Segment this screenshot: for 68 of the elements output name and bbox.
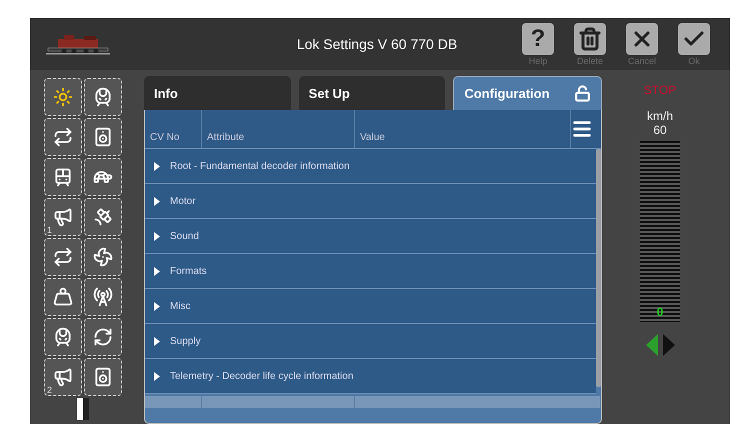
function-number: 1 — [47, 225, 52, 235]
column-header: Attribute — [202, 110, 355, 148]
table-row[interactable]: Telemetry - Decoder life cycle information — [145, 359, 596, 394]
delete-icon — [578, 26, 602, 50]
tab[interactable]: Configuration — [453, 76, 602, 110]
function-button[interactable] — [84, 358, 122, 396]
speaker-icon — [93, 367, 113, 387]
function-button[interactable] — [44, 278, 82, 316]
stem-bar — [77, 398, 89, 420]
train-icon — [53, 327, 73, 347]
function-button[interactable] — [84, 238, 122, 276]
function-button[interactable] — [44, 78, 82, 116]
ok-button[interactable] — [678, 22, 710, 54]
status-text: STOP — [644, 83, 676, 97]
group-label: Misc — [170, 300, 191, 312]
speed-unit: km/h — [646, 109, 673, 123]
function-button[interactable]: 1 — [44, 198, 82, 236]
function-button[interactable] — [84, 78, 122, 116]
table-row[interactable]: Formats — [145, 254, 596, 289]
repeat-icon — [53, 127, 73, 147]
scrollbar[interactable] — [596, 149, 601, 387]
function-button[interactable] — [84, 158, 122, 196]
group-label: Telemetry - Decoder life cycle information — [170, 370, 354, 382]
train-icon — [93, 87, 113, 107]
speaker-icon — [93, 127, 113, 147]
radio-tower-icon — [93, 287, 113, 307]
group-label: Root - Fundamental decoder information — [170, 160, 350, 172]
cancel-button[interactable] — [626, 22, 658, 54]
refresh-icon — [93, 327, 113, 347]
speed-reading: 0 — [656, 305, 664, 319]
function-button[interactable] — [84, 278, 122, 316]
window-title: Lok Settings V 60 770 DB — [296, 36, 458, 52]
tab[interactable]: Info — [144, 76, 291, 110]
repeat-icon — [53, 247, 73, 267]
table-row[interactable]: Root - Fundamental decoder information — [145, 149, 596, 184]
table-row[interactable]: Misc — [145, 289, 596, 324]
menu-icon[interactable] — [571, 118, 593, 140]
fan-icon — [93, 247, 113, 267]
table-row[interactable]: Motor — [145, 184, 596, 219]
group-label: Formats — [170, 266, 207, 276]
help-button[interactable]: ? — [522, 22, 554, 54]
function-button[interactable]: 2 — [44, 358, 82, 396]
function-button[interactable] — [44, 158, 82, 196]
column-header: Value — [355, 110, 571, 148]
function-button[interactable] — [84, 198, 122, 236]
function-button[interactable] — [44, 238, 82, 276]
function-button[interactable] — [84, 118, 122, 156]
table-row[interactable]: Sound — [145, 219, 596, 254]
column-header: CV No — [145, 110, 202, 148]
max-speed: 60 — [653, 123, 667, 137]
sun-icon — [53, 87, 73, 107]
function-button[interactable] — [84, 318, 122, 356]
group-label: Motor — [170, 196, 196, 206]
tram-icon — [53, 167, 73, 187]
satellite-icon — [93, 207, 113, 227]
function-button[interactable] — [44, 318, 82, 356]
group-label: Sound — [170, 230, 199, 242]
horn-icon — [53, 367, 73, 387]
weight-icon — [53, 287, 73, 307]
tab[interactable]: Set Up — [298, 76, 446, 110]
function-number: 2 — [47, 385, 52, 395]
group-label: Supply — [170, 336, 201, 346]
horn-icon — [53, 207, 73, 227]
speed-meter[interactable]: 0 — [640, 141, 680, 322]
function-button[interactable] — [44, 118, 82, 156]
delete-button[interactable] — [574, 22, 606, 54]
reverse-button[interactable] — [646, 334, 658, 356]
table-row[interactable]: Supply — [145, 324, 596, 359]
